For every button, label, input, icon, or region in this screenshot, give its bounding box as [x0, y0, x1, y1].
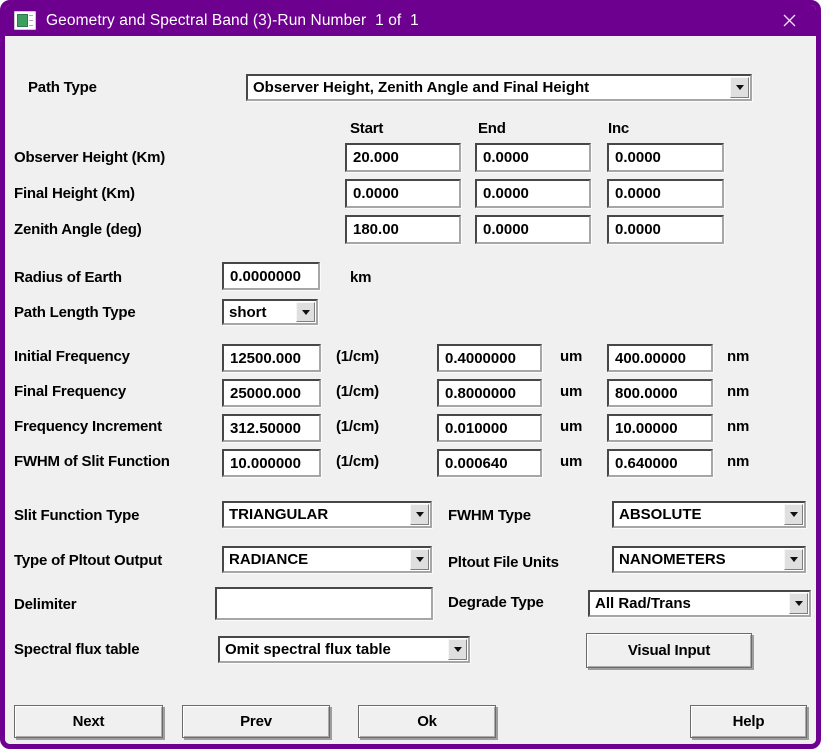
path-type-value: Observer Height, Zenith Angle and Final …	[253, 79, 589, 96]
radius-of-earth-field[interactable]: 0.0000000	[222, 262, 320, 290]
initial-frequency-label: Initial Frequency	[14, 348, 130, 365]
zenith-angle-label: Zenith Angle (deg)	[14, 221, 142, 238]
ok-button[interactable]: Ok	[358, 705, 496, 738]
dropdown-arrow-icon[interactable]	[789, 593, 808, 614]
spectral-flux-select[interactable]: Omit spectral flux table	[218, 636, 470, 663]
pltout-output-label: Type of Pltout Output	[14, 552, 162, 569]
close-icon	[782, 13, 797, 28]
frequency-increment-nm-field[interactable]: 10.00000	[607, 414, 713, 442]
observer-height-end-field[interactable]: 0.0000	[475, 143, 591, 172]
prev-button[interactable]: Prev	[182, 705, 330, 738]
initial-frequency-cm-field[interactable]: 12500.000	[222, 344, 321, 372]
dropdown-arrow-icon[interactable]	[296, 302, 315, 322]
final-height-inc-field[interactable]: 0.0000	[607, 179, 724, 208]
zenith-angle-end-field[interactable]: 0.0000	[475, 215, 591, 244]
spectral-flux-label: Spectral flux table	[14, 641, 139, 658]
unit-label: (1/cm)	[336, 418, 379, 435]
frequency-increment-um-field[interactable]: 0.010000	[437, 414, 542, 442]
title-bar[interactable]: Geometry and Spectral Band (3)-Run Numbe…	[5, 5, 816, 36]
next-button[interactable]: Next	[14, 705, 163, 738]
path-type-select[interactable]: Observer Height, Zenith Angle and Final …	[246, 74, 752, 101]
fwhm-type-label: FWHM Type	[448, 507, 531, 524]
unit-label: (1/cm)	[336, 348, 379, 365]
slit-function-type-select[interactable]: TRIANGULAR	[222, 501, 432, 528]
unit-label: nm	[727, 383, 749, 400]
radius-of-earth-label: Radius of Earth	[14, 269, 122, 286]
dialog-body: Path Type Observer Height, Zenith Angle …	[5, 36, 816, 744]
frequency-increment-label: Frequency Increment	[14, 418, 162, 435]
pltout-units-label: Pltout File Units	[448, 554, 559, 571]
unit-label: (1/cm)	[336, 453, 379, 470]
path-length-type-select[interactable]: short	[222, 299, 318, 325]
slit-function-type-label: Slit Function Type	[14, 507, 139, 524]
dropdown-arrow-icon[interactable]	[448, 639, 467, 660]
close-button[interactable]	[772, 5, 806, 36]
initial-frequency-nm-field[interactable]: 400.00000	[607, 344, 713, 372]
final-frequency-cm-field[interactable]: 25000.000	[222, 379, 321, 407]
unit-label: nm	[727, 418, 749, 435]
observer-height-start-field[interactable]: 20.000	[345, 143, 461, 172]
app-icon	[14, 11, 36, 30]
dialog-window: Geometry and Spectral Band (3)-Run Numbe…	[0, 0, 821, 749]
dropdown-arrow-icon[interactable]	[784, 504, 803, 525]
degrade-type-select[interactable]: All Rad/Trans	[588, 590, 811, 617]
final-height-label: Final Height (Km)	[14, 185, 135, 202]
final-height-end-field[interactable]: 0.0000	[475, 179, 591, 208]
unit-label: nm	[727, 348, 749, 365]
pltout-output-value: RADIANCE	[229, 551, 308, 568]
frequency-increment-cm-field[interactable]: 312.50000	[222, 414, 321, 442]
pltout-units-select[interactable]: NANOMETERS	[612, 546, 806, 573]
dropdown-arrow-icon[interactable]	[410, 549, 429, 570]
final-frequency-nm-field[interactable]: 800.0000	[607, 379, 713, 407]
pltout-units-value: NANOMETERS	[619, 551, 726, 568]
path-length-type-value: short	[229, 304, 267, 321]
help-button[interactable]: Help	[690, 705, 807, 738]
path-type-label: Path Type	[28, 79, 97, 96]
unit-label: um	[560, 453, 582, 470]
dropdown-arrow-icon[interactable]	[410, 504, 429, 525]
final-frequency-um-field[interactable]: 0.8000000	[437, 379, 542, 407]
fwhm-slit-nm-field[interactable]: 0.640000	[607, 449, 713, 477]
degrade-type-label: Degrade Type	[448, 594, 544, 611]
delimiter-field[interactable]	[215, 587, 433, 620]
fwhm-type-value: ABSOLUTE	[619, 506, 702, 523]
pltout-output-select[interactable]: RADIANCE	[222, 546, 432, 573]
dropdown-arrow-icon[interactable]	[784, 549, 803, 570]
initial-frequency-um-field[interactable]: 0.4000000	[437, 344, 542, 372]
final-frequency-label: Final Frequency	[14, 383, 126, 400]
spectral-flux-value: Omit spectral flux table	[225, 641, 391, 658]
fwhm-slit-cm-field[interactable]: 10.000000	[222, 449, 321, 477]
slit-function-type-value: TRIANGULAR	[229, 506, 328, 523]
column-header-end: End	[478, 120, 506, 137]
window-title: Geometry and Spectral Band (3)-Run Numbe…	[46, 12, 419, 30]
fwhm-slit-label: FWHM of Slit Function	[14, 453, 170, 470]
path-length-type-label: Path Length Type	[14, 304, 136, 321]
degrade-type-value: All Rad/Trans	[595, 595, 691, 612]
final-height-start-field[interactable]: 0.0000	[345, 179, 461, 208]
delimiter-label: Delimiter	[14, 596, 76, 613]
zenith-angle-start-field[interactable]: 180.00	[345, 215, 461, 244]
visual-input-button[interactable]: Visual Input	[586, 633, 752, 668]
unit-label: um	[560, 348, 582, 365]
app-icon-detail	[29, 14, 33, 27]
unit-label: (1/cm)	[336, 383, 379, 400]
dropdown-arrow-icon[interactable]	[730, 77, 749, 98]
fwhm-slit-um-field[interactable]: 0.000640	[437, 449, 542, 477]
unit-label: um	[560, 418, 582, 435]
column-header-start: Start	[350, 120, 383, 137]
observer-height-label: Observer Height (Km)	[14, 149, 165, 166]
column-header-inc: Inc	[608, 120, 629, 137]
fwhm-type-select[interactable]: ABSOLUTE	[612, 501, 806, 528]
app-icon-form	[17, 14, 28, 27]
unit-label: um	[560, 383, 582, 400]
zenith-angle-inc-field[interactable]: 0.0000	[607, 215, 724, 244]
observer-height-inc-field[interactable]: 0.0000	[607, 143, 724, 172]
radius-of-earth-unit-label: km	[350, 269, 371, 286]
unit-label: nm	[727, 453, 749, 470]
